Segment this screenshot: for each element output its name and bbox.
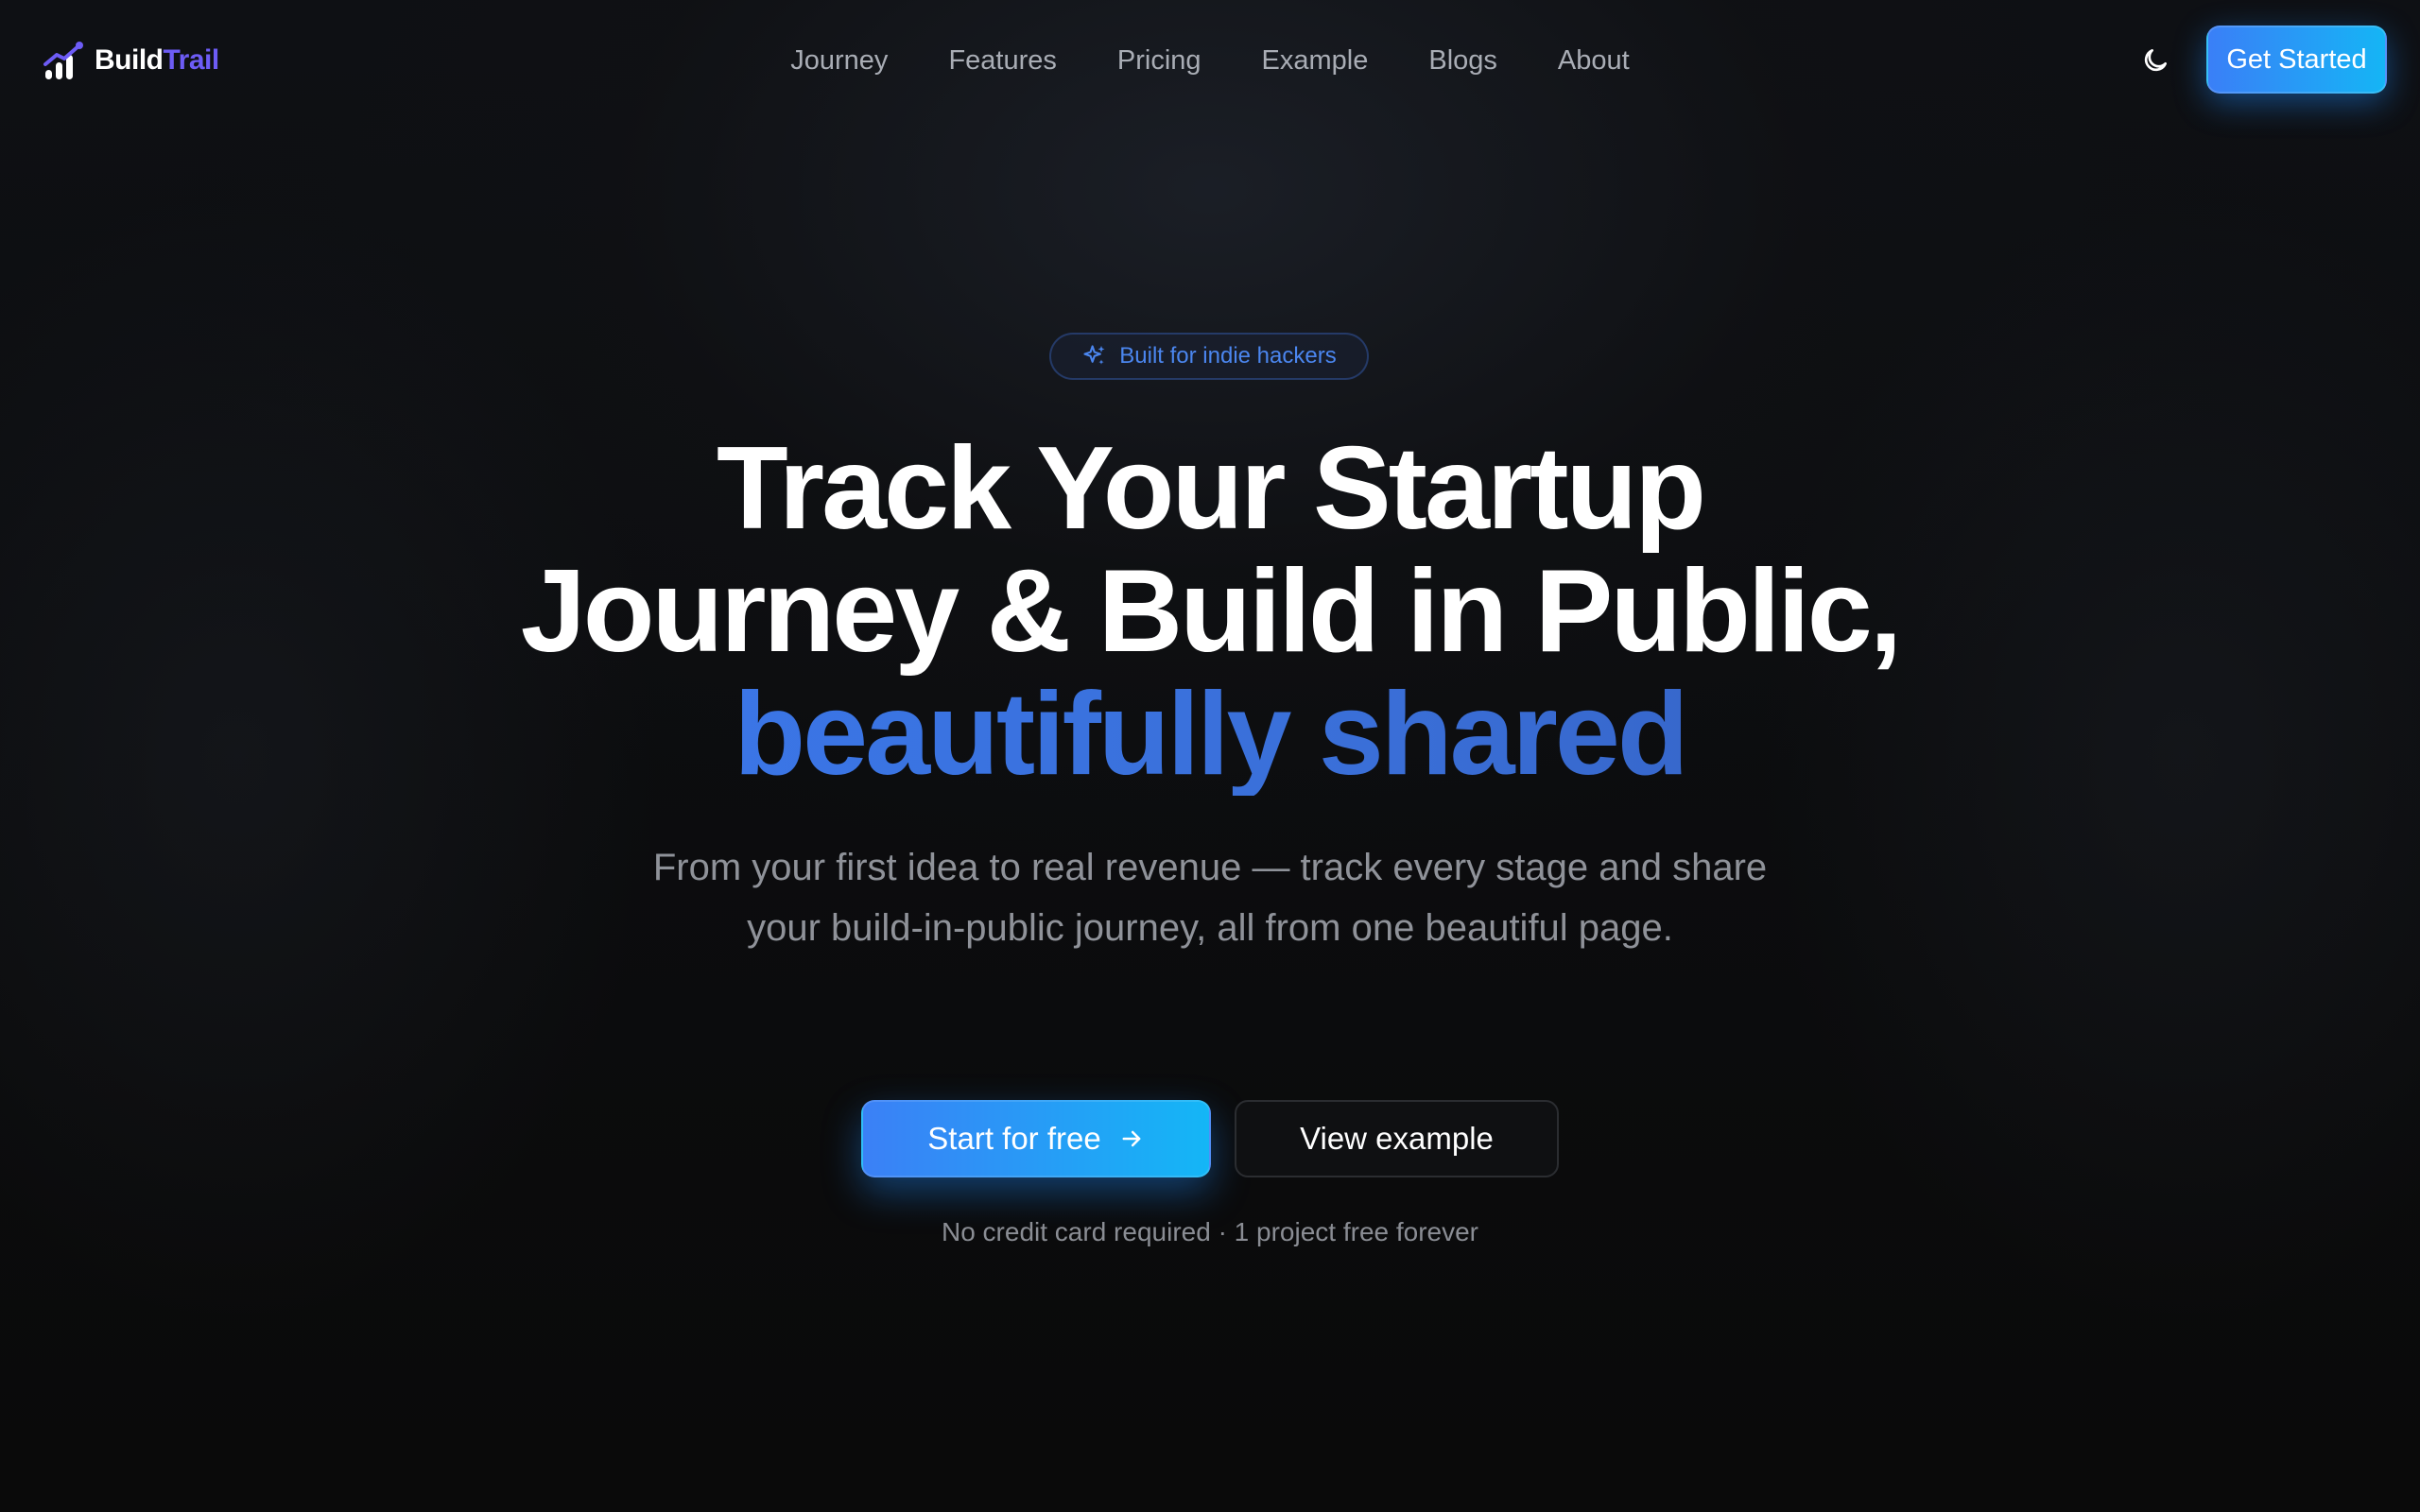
- nav-link-example[interactable]: Example: [1262, 45, 1369, 77]
- hero-headline-accent: beautifully shared: [454, 673, 1966, 796]
- nav-link-blogs[interactable]: Blogs: [1428, 45, 1497, 77]
- nav-links: Journey Features Pricing Example Blogs A…: [756, 34, 1664, 87]
- hero-fineprint: No credit card required · 1 project free…: [941, 1217, 1479, 1246]
- nav-link-about[interactable]: About: [1558, 45, 1630, 77]
- get-started-button[interactable]: Get Started: [2206, 26, 2387, 94]
- logo-wordmark: BuildTrail: [95, 44, 219, 77]
- hero-headline-line-2: Journey & Build in Public,: [520, 546, 1902, 677]
- hero-headline-line-1: Track Your Startup: [717, 423, 1706, 554]
- top-navbar: BuildTrail Journey Features Pricing Exam…: [0, 0, 2420, 121]
- logo-word-trail: Trail: [163, 44, 220, 76]
- logo-word-build: Build: [95, 44, 164, 76]
- start-for-free-label: Start for free: [927, 1121, 1101, 1156]
- sparkles-icon: [1083, 345, 1105, 365]
- arrow-right-icon: [1122, 1130, 1141, 1147]
- moon-icon: [2144, 49, 2167, 72]
- landing-page: BuildTrail Journey Features Pricing Exam…: [0, 0, 2420, 1512]
- bar-chart-trend-icon: [43, 42, 83, 79]
- hero-subheadline: From your first idea to real revenue — t…: [652, 847, 1768, 949]
- start-for-free-button[interactable]: Start for free: [861, 1100, 1211, 1177]
- hero-badge: Built for indie hackers: [1049, 333, 1369, 380]
- view-example-button[interactable]: View example: [1235, 1100, 1559, 1177]
- theme-toggle-button[interactable]: [2133, 38, 2178, 83]
- hero-badge-text: Built for indie hackers: [1119, 343, 1337, 369]
- logo-link[interactable]: BuildTrail: [42, 36, 219, 85]
- nav-link-journey[interactable]: Journey: [790, 45, 888, 77]
- hero-headline: Track Your Startup Journey & Build in Pu…: [454, 427, 1966, 796]
- nav-link-pricing[interactable]: Pricing: [1117, 45, 1201, 77]
- nav-link-features[interactable]: Features: [948, 45, 1056, 77]
